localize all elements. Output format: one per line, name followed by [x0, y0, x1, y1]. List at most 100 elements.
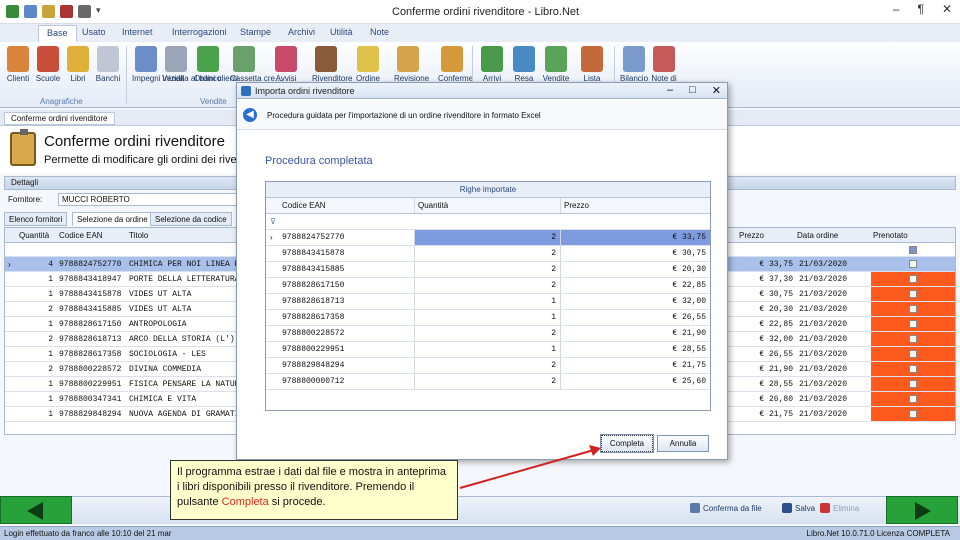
- libri-button[interactable]: Libri: [64, 46, 92, 83]
- cell-prezzo[interactable]: € 28,55: [561, 342, 710, 357]
- cell-quantita[interactable]: 2: [415, 278, 560, 293]
- cell-titolo[interactable]: DIVINA COMMEDIA: [129, 365, 237, 374]
- cell-data-ordine[interactable]: 21/03/2020: [799, 275, 847, 284]
- tab-stampe[interactable]: Stampe: [240, 27, 271, 37]
- book-icon[interactable]: [60, 5, 73, 18]
- table-row[interactable]: 9788800000712 2 € 25,60: [266, 374, 710, 390]
- cell-quantita[interactable]: 2: [415, 230, 560, 245]
- cell-quantita[interactable]: 1: [19, 395, 53, 404]
- cell-titolo[interactable]: ANTROPOLOGIA: [129, 320, 237, 329]
- resa-button[interactable]: Resa: [510, 46, 538, 83]
- cell-prezzo[interactable]: € 26,55: [735, 350, 793, 359]
- cell-prezzo[interactable]: € 30,75: [561, 246, 710, 261]
- prenotato-checkbox[interactable]: [909, 335, 917, 343]
- cell-quantita[interactable]: 2: [415, 358, 560, 373]
- cell-prenotato[interactable]: [871, 332, 955, 346]
- cell-titolo[interactable]: VIDES UT ALTA: [129, 290, 237, 299]
- elimina-button[interactable]: Elimina: [833, 504, 859, 513]
- cell-prezzo[interactable]: € 26,80: [735, 395, 793, 404]
- cell-ean[interactable]: 9788828617358: [59, 350, 125, 359]
- cell-titolo[interactable]: ARCO DELLA STORIA (L'): [129, 335, 237, 344]
- cell-codice-ean[interactable]: 9788824752770: [282, 230, 412, 245]
- print-icon[interactable]: [78, 5, 91, 18]
- cell-data-ordine[interactable]: 21/03/2020: [799, 350, 847, 359]
- cell-prezzo[interactable]: € 21,90: [735, 365, 793, 374]
- cell-prezzo[interactable]: € 21,90: [561, 326, 710, 341]
- cell-prenotato[interactable]: [871, 347, 955, 361]
- cell-codice-ean[interactable]: 9788800000712: [282, 374, 412, 389]
- cell-prezzo[interactable]: € 28,55: [735, 380, 793, 389]
- cell-titolo[interactable]: CHIMICA PER NOI LINEA BLU: [129, 260, 237, 269]
- cell-prezzo[interactable]: € 32,00: [735, 335, 793, 344]
- cell-data-ordine[interactable]: 21/03/2020: [799, 410, 847, 419]
- cell-data-ordine[interactable]: 21/03/2020: [799, 260, 847, 269]
- tab-usato[interactable]: Usato: [82, 27, 106, 37]
- clienti-button[interactable]: Clienti: [4, 46, 32, 83]
- cell-data-ordine[interactable]: 21/03/2020: [799, 380, 847, 389]
- cell-quantita[interactable]: 2: [415, 374, 560, 389]
- tab-selezione-ordine[interactable]: Selezione da ordine: [72, 212, 153, 226]
- cell-prenotato[interactable]: [871, 272, 955, 286]
- cell-ean[interactable]: 9788828618713: [59, 335, 125, 344]
- cell-data-ordine[interactable]: 21/03/2020: [799, 365, 847, 374]
- cell-quantita[interactable]: 1: [19, 380, 53, 389]
- col-prezzo[interactable]: Prezzo: [564, 198, 589, 213]
- note-button[interactable]: Note di: [650, 46, 678, 83]
- arrivi-button[interactable]: Arrivi: [478, 46, 506, 83]
- col-quantita[interactable]: Quantità: [19, 231, 49, 240]
- table-row[interactable]: 9788800228572 2 € 21,90: [266, 326, 710, 342]
- cell-quantita[interactable]: 1: [19, 350, 53, 359]
- minimize-button[interactable]: –: [893, 2, 900, 16]
- cell-prezzo[interactable]: € 20,30: [561, 262, 710, 277]
- cell-ean[interactable]: 9788824752770: [59, 260, 125, 269]
- table-row[interactable]: 9788828617150 2 € 22,85: [266, 278, 710, 294]
- col-titolo[interactable]: Titolo: [129, 231, 148, 240]
- cell-quantita[interactable]: 1: [415, 342, 560, 357]
- cell-ean[interactable]: 9788843418947: [59, 275, 125, 284]
- cell-ean[interactable]: 9788843415885: [59, 305, 125, 314]
- cell-titolo[interactable]: FISICA PENSARE LA NATURA: [129, 380, 237, 389]
- cell-data-ordine[interactable]: 21/03/2020: [799, 335, 847, 344]
- ordine-button[interactable]: Ordine: [354, 46, 382, 83]
- cassetta-button[interactable]: Cassetta cre…: [230, 46, 283, 83]
- close-button[interactable]: ✕: [942, 2, 952, 16]
- salva-button[interactable]: Salva: [795, 504, 815, 513]
- cell-quantita[interactable]: 2: [415, 246, 560, 261]
- cell-prenotato[interactable]: [871, 377, 955, 391]
- vendita-banco-button[interactable]: Vendita al banco: [162, 46, 221, 83]
- cell-prezzo[interactable]: € 20,30: [735, 305, 793, 314]
- cell-quantita[interactable]: 1: [19, 320, 53, 329]
- cell-ean[interactable]: 9788843415878: [59, 290, 125, 299]
- cell-prenotato[interactable]: [871, 302, 955, 316]
- tab-utilita[interactable]: Utilità: [330, 27, 353, 37]
- completa-button[interactable]: Completa: [600, 434, 654, 453]
- cell-prenotato[interactable]: [871, 317, 955, 331]
- folder-icon[interactable]: [42, 5, 55, 18]
- cell-quantita[interactable]: 1: [19, 410, 53, 419]
- conferma-da-file-button[interactable]: Conferma da file: [703, 504, 762, 513]
- scuole-button[interactable]: Scuole: [34, 46, 62, 83]
- cell-quantita[interactable]: 2: [415, 326, 560, 341]
- cell-prezzo[interactable]: € 21,75: [561, 358, 710, 373]
- cell-quantita[interactable]: 2: [19, 305, 53, 314]
- cell-prenotato[interactable]: [871, 257, 955, 271]
- cell-prezzo[interactable]: € 33,75: [561, 230, 710, 245]
- col-ean[interactable]: Codice EAN: [59, 231, 103, 240]
- document-tab[interactable]: Conferme ordini rivenditore: [4, 112, 115, 125]
- cell-quantita[interactable]: 2: [19, 335, 53, 344]
- col-data-ordine[interactable]: Data ordine: [797, 231, 838, 240]
- cell-ean[interactable]: 9788800228572: [59, 365, 125, 374]
- cell-prezzo[interactable]: € 21,75: [735, 410, 793, 419]
- cell-prezzo[interactable]: € 25,60: [561, 374, 710, 389]
- prenotato-checkbox[interactable]: [909, 350, 917, 358]
- cell-codice-ean[interactable]: 9788843415885: [282, 262, 412, 277]
- help-button[interactable]: ¶: [917, 2, 923, 16]
- table-row[interactable]: 9788800229951 1 € 28,55: [266, 342, 710, 358]
- cell-data-ordine[interactable]: 21/03/2020: [799, 290, 847, 299]
- cell-quantita[interactable]: 1: [415, 294, 560, 309]
- cell-quantita[interactable]: 2: [19, 365, 53, 374]
- cell-codice-ean[interactable]: 9788829848294: [282, 358, 412, 373]
- cell-codice-ean[interactable]: 9788828618713: [282, 294, 412, 309]
- cell-quantita[interactable]: 2: [415, 262, 560, 277]
- cell-prezzo[interactable]: € 37,30: [735, 275, 793, 284]
